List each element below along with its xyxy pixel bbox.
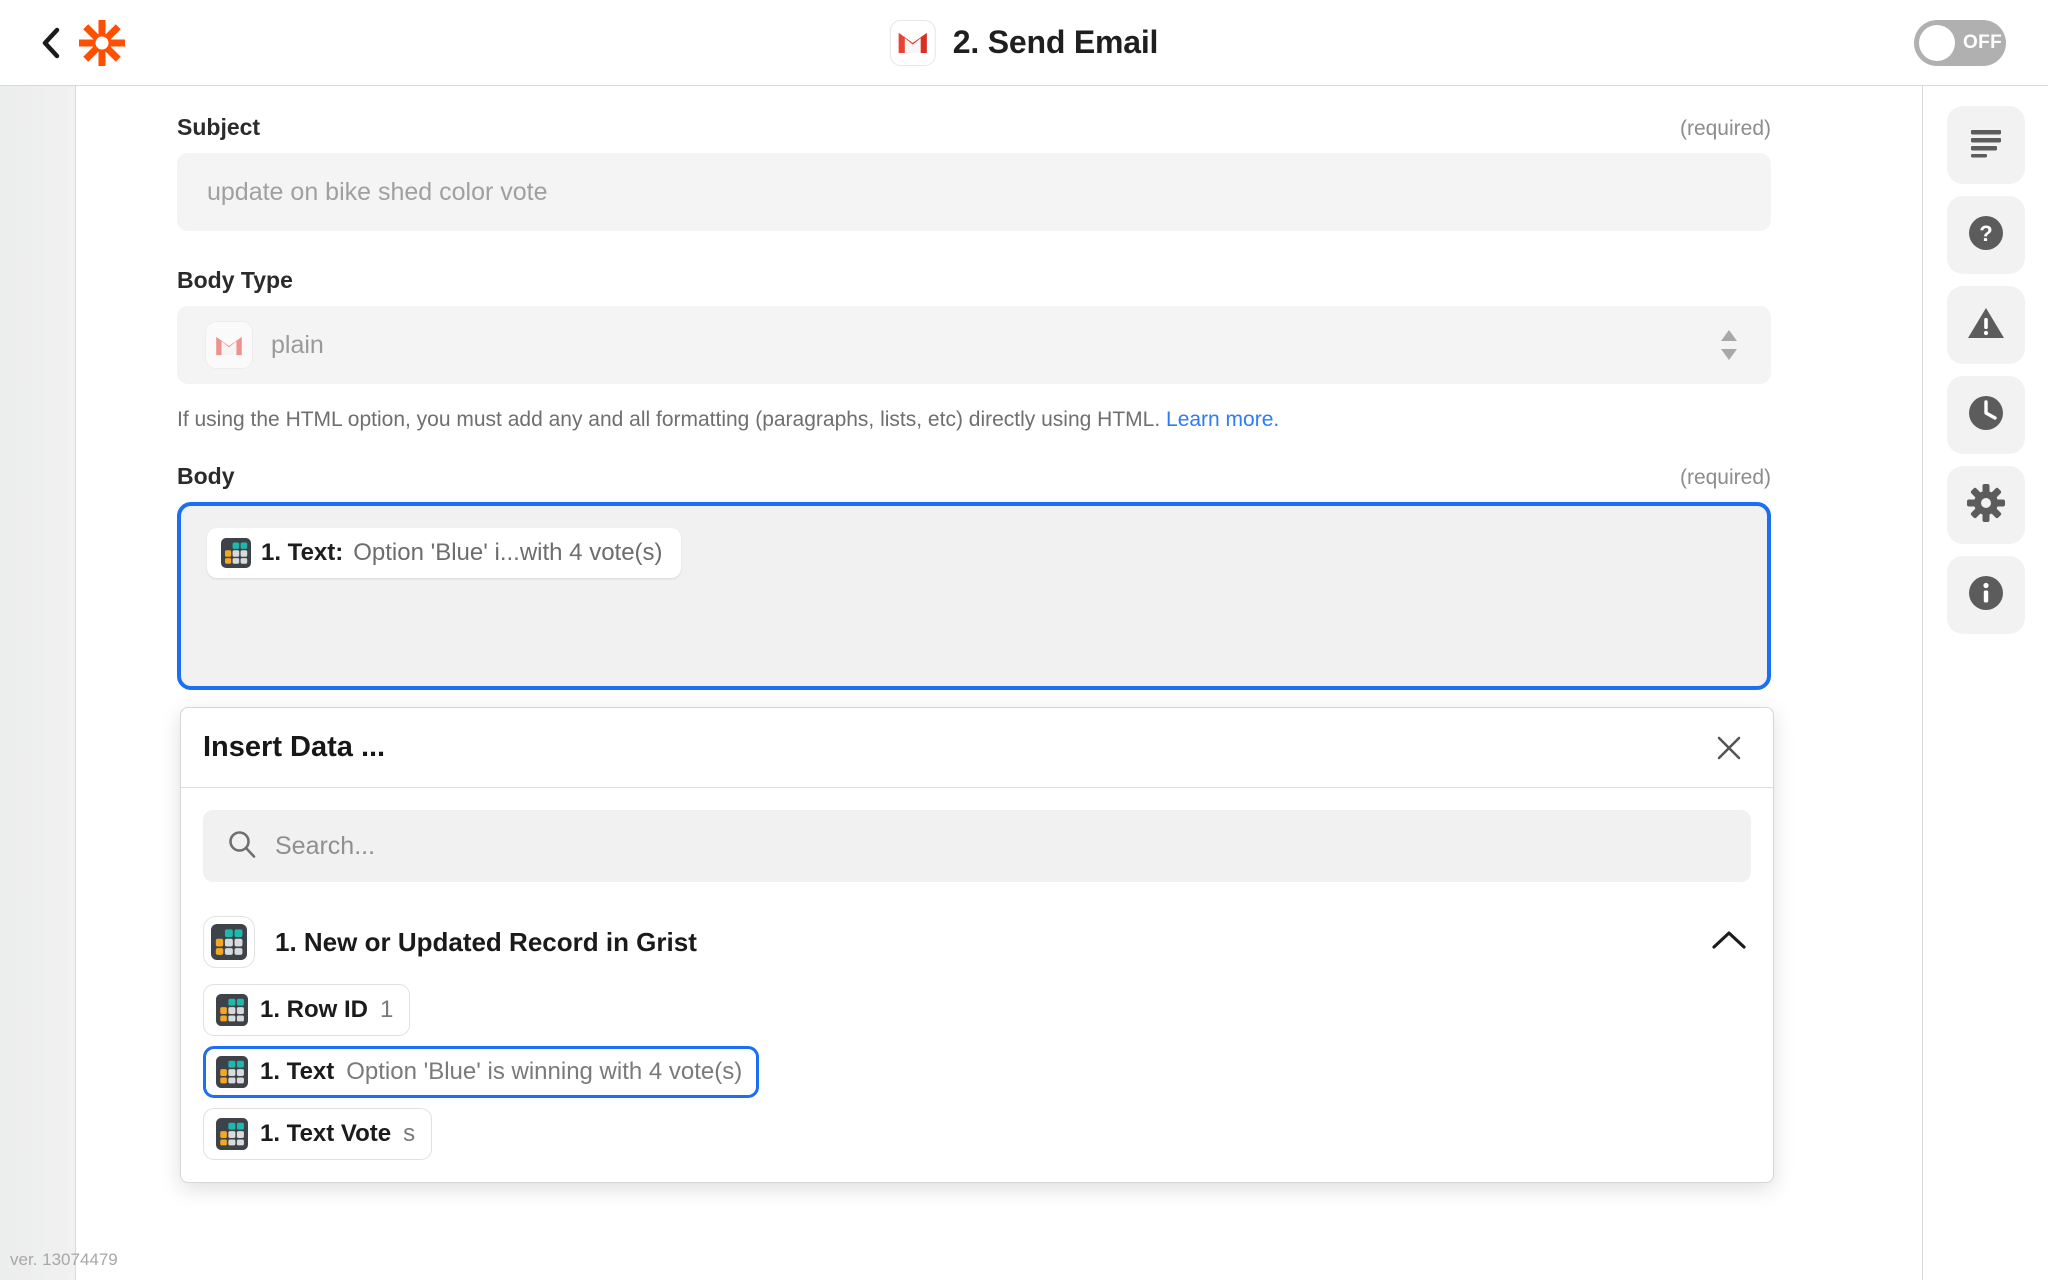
body-type-select[interactable]: plain [177,306,1771,384]
gmail-icon [205,321,253,369]
close-icon[interactable] [1711,730,1747,766]
body-type-field-header: Body Type [177,267,1771,294]
svg-text:?: ? [1979,221,1992,246]
insert-data-panel: Insert Data ... Search... [180,707,1774,1183]
info-circle-icon [1966,573,2006,618]
insert-data-title: Insert Data ... [203,731,385,764]
grist-icon [221,538,251,568]
insert-data-search-wrap: Search... [181,788,1773,900]
list-item[interactable]: 1. Text Option 'Blue' is winning with 4 … [203,1046,759,1098]
warning-button[interactable] [1947,286,2025,364]
body-type-helper: If using the HTML option, you must add a… [177,406,1771,433]
list-item-value: Option 'Blue' is winning with 4 vote(s) [346,1058,742,1086]
subject-label: Subject [177,114,260,141]
notes-button[interactable] [1947,106,2025,184]
grist-icon [216,1118,248,1150]
data-token-chip[interactable]: 1. Text: Option 'Blue' i...with 4 vote(s… [207,528,681,578]
grist-icon [216,994,248,1026]
insert-data-group-left: 1. New or Updated Record in Grist [203,916,697,968]
body-required-note: (required) [1680,466,1771,490]
body-label: Body [177,463,235,490]
gear-icon [1966,483,2006,528]
notes-icon [1969,128,2003,163]
subject-placeholder: update on bike shed color vote [207,178,548,207]
grist-icon [216,1056,248,1088]
clock-history-icon [1966,393,2006,438]
insert-data-group-header[interactable]: 1. New or Updated Record in Grist [181,900,1773,984]
zapier-logo-icon[interactable] [78,19,126,67]
body-type-helper-text: If using the HTML option, you must add a… [177,408,1160,431]
grist-icon [203,916,255,968]
body-textarea[interactable]: 1. Text: Option 'Blue' i...with 4 vote(s… [177,502,1771,690]
history-button[interactable] [1947,376,2025,454]
page-title: 2. Send Email [953,24,1158,61]
learn-more-link[interactable]: Learn more. [1166,408,1279,431]
stepper-updown-icon[interactable] [1719,328,1739,362]
token-value-label: Option 'Blue' i...with 4 vote(s) [353,539,662,567]
help-circle-icon: ? [1966,213,2006,258]
body-type-value: plain [271,331,324,360]
warning-triangle-icon [1966,305,2006,346]
list-item-value: s [403,1120,415,1148]
version-label: ver. 13074479 [10,1250,118,1270]
list-item-key: 1. Row ID [260,996,368,1024]
subject-field-header: Subject (required) [177,114,1771,141]
right-toolbar: ? [1922,86,2048,1280]
toggle-knob [1919,25,1955,61]
insert-data-header: Insert Data ... [181,708,1773,788]
chevron-up-icon[interactable] [1711,929,1747,956]
list-item-key: 1. Text Vote [260,1120,391,1148]
search-icon [227,829,257,864]
help-button[interactable]: ? [1947,196,2025,274]
left-gutter [0,86,76,1280]
insert-data-item-list: 1. Row ID 1 [181,984,1773,1182]
list-item-value: 1 [380,996,393,1024]
body-type-label: Body Type [177,267,293,294]
list-item-key: 1. Text [260,1058,334,1086]
form-content: Subject (required) update on bike shed c… [77,86,1871,690]
top-bar: 2. Send Email OFF [0,0,2048,86]
search-placeholder: Search... [275,832,375,861]
list-item[interactable]: 1. Text Vote s [203,1108,432,1160]
info-button[interactable] [1947,556,2025,634]
enable-toggle[interactable]: OFF [1914,20,2006,66]
token-bold-label: 1. Text: [261,539,343,567]
body-field-header: Body (required) [177,463,1771,490]
search-input[interactable]: Search... [203,810,1751,882]
gmail-icon [890,20,936,66]
subject-required-note: (required) [1680,117,1771,141]
subject-input[interactable]: update on bike shed color vote [177,153,1771,231]
settings-button[interactable] [1947,466,2025,544]
zapier-action-editor: 2. Send Email OFF ver. 13074479 [0,0,2048,1280]
toggle-label: OFF [1963,32,2002,54]
chevron-left-icon [40,26,62,60]
insert-data-group-title: 1. New or Updated Record in Grist [275,927,697,958]
back-button[interactable] [38,26,64,60]
list-item[interactable]: 1. Row ID 1 [203,984,410,1036]
action-title-group: 2. Send Email [890,20,1158,66]
